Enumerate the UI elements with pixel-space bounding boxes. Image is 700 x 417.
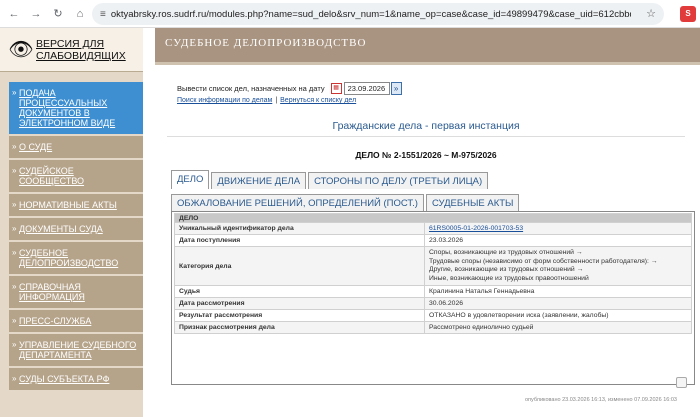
section-title: Гражданские дела - первая инстанция bbox=[167, 120, 685, 137]
review-date-value: 30.06.2026 bbox=[424, 297, 692, 310]
sign-value: Рассмотрено единолично судьей bbox=[424, 321, 692, 334]
date-submit-button[interactable]: » bbox=[390, 82, 402, 95]
tab-court-acts[interactable]: СУДЕБНЫЕ АКТЫ bbox=[425, 194, 520, 212]
calendar-icon[interactable]: ▦ bbox=[330, 83, 342, 94]
date-filter: Вывести список дел, назначенных на дату … bbox=[177, 82, 402, 95]
accessibility-label[interactable]: ВЕРСИЯ ДЛЯ СЛАБОВИДЯЩИХ bbox=[36, 38, 131, 62]
table-row: Дата поступления 23.03.2026 bbox=[174, 234, 692, 247]
result-value: ОТКАЗАНО в удовлетворении иска (заявлени… bbox=[424, 309, 692, 322]
forward-icon[interactable]: → bbox=[28, 6, 44, 22]
menu-item-case-proceedings[interactable]: СУДЕБНОЕ ДЕЛОПРОИЗВОДСТВО bbox=[9, 242, 143, 276]
menu-item-reference-info[interactable]: СПРАВОЧНАЯ ИНФОРМАЦИЯ bbox=[9, 276, 143, 310]
menu-item-judicial-community[interactable]: СУДЕЙСКОЕ СООБЩЕСТВО bbox=[9, 160, 143, 194]
receipt-value: 23.03.2026 bbox=[424, 234, 692, 247]
print-icon[interactable] bbox=[676, 377, 687, 388]
main-content: Вывести список дел, назначенных на дату … bbox=[155, 65, 700, 417]
search-cases-link[interactable]: Поиск информации по делам bbox=[177, 97, 272, 104]
tabs-row-2: ОБЖАЛОВАНИЕ РЕШЕНИЙ, ОПРЕДЕЛЕНИЙ (ПОСТ.)… bbox=[171, 194, 521, 212]
reload-icon[interactable]: ↻ bbox=[50, 6, 66, 22]
menu-item-press-service[interactable]: ПРЕСС-СЛУЖБА bbox=[9, 310, 143, 334]
menu-item-judicial-department[interactable]: УПРАВЛЕНИЕ СУДЕБНОГО ДЕПАРТАМЕНТА bbox=[9, 334, 143, 368]
link-separator: | bbox=[275, 97, 278, 104]
date-input[interactable]: 23.09.2026 bbox=[343, 82, 390, 95]
uid-label: Уникальный идентификатор дела bbox=[174, 222, 425, 235]
url-text[interactable]: oktyabrsky.ros.sudrf.ru/modules.php?name… bbox=[111, 9, 631, 20]
review-date-label: Дата рассмотрения bbox=[174, 297, 425, 310]
result-label: Результат рассмотрения bbox=[174, 309, 425, 322]
table-row: Результат рассмотрения ОТКАЗАНО в удовле… bbox=[174, 309, 692, 322]
sign-label: Признак рассмотрения дела bbox=[174, 321, 425, 334]
tab-parties[interactable]: СТОРОНЫ ПО ДЕЛУ (ТРЕТЬИ ЛИЦА) bbox=[308, 172, 489, 189]
menu-item-court-documents[interactable]: ДОКУМЕНТЫ СУДА bbox=[9, 218, 143, 242]
category-line: Трудовые споры (независимо от форм собст… bbox=[429, 257, 658, 265]
case-number: ДЕЛО № 2-1551/2026 ~ М-975/2026 bbox=[355, 150, 497, 160]
back-icon[interactable]: ← bbox=[6, 6, 22, 22]
case-panel: ДЕЛО Уникальный идентификатор дела 61RS0… bbox=[171, 211, 695, 385]
uid-link[interactable]: 61RS0005-01-2026-001703-53 bbox=[429, 225, 523, 232]
tab-appeals[interactable]: ОБЖАЛОВАНИЕ РЕШЕНИЙ, ОПРЕДЕЛЕНИЙ (ПОСТ.) bbox=[171, 194, 424, 212]
menu-item-normative-acts[interactable]: НОРМАТИВНЫЕ АКТЫ bbox=[9, 194, 143, 218]
case-table: ДЕЛО Уникальный идентификатор дела 61RS0… bbox=[174, 213, 692, 334]
eye-icon: 👁 bbox=[8, 39, 34, 61]
home-icon[interactable]: ⌂ bbox=[72, 6, 88, 22]
site-settings-icon[interactable]: ≡ bbox=[100, 9, 106, 20]
category-label: Категория дела bbox=[174, 246, 425, 286]
table-row: Уникальный идентификатор дела 61RS0005-0… bbox=[174, 222, 692, 235]
tab-case-movement[interactable]: ДВИЖЕНИЕ ДЕЛА bbox=[211, 172, 307, 189]
table-row: Дата рассмотрения 30.06.2026 bbox=[174, 297, 692, 310]
judge-label: Судья bbox=[174, 285, 425, 298]
date-filter-label: Вывести список дел, назначенных на дату bbox=[177, 84, 325, 93]
page-header: СУДЕБНОЕ ДЕЛОПРОИЗВОДСТВО bbox=[155, 28, 700, 65]
table-row: Признак рассмотрения дела Рассмотрено ед… bbox=[174, 321, 692, 334]
category-value: Споры, возникающие из трудовых отношений… bbox=[424, 246, 692, 286]
category-line: Споры, возникающие из трудовых отношений… bbox=[429, 249, 583, 256]
publication-info: опубликовано 23.03.2026 16:13, изменено … bbox=[525, 397, 677, 403]
table-header: ДЕЛО bbox=[174, 213, 692, 223]
category-line: Иные, возникающие из трудовых правоотнош… bbox=[429, 274, 589, 282]
back-to-list-link[interactable]: Вернуться к списку дел bbox=[280, 97, 356, 104]
tab-case[interactable]: ДЕЛО bbox=[171, 170, 210, 189]
table-row: Судья Кралинина Наталья Геннадьевна bbox=[174, 285, 692, 298]
judge-value: Кралинина Наталья Геннадьевна bbox=[424, 285, 692, 298]
menu-item-regional-courts[interactable]: СУДЫ СУБЪЕКТА РФ bbox=[9, 368, 143, 392]
table-row: Категория дела Споры, возникающие из тру… bbox=[174, 246, 692, 286]
category-line: Другие, возникающие из трудовых отношени… bbox=[429, 266, 584, 273]
tabs-row-1: ДЕЛО ДВИЖЕНИЕ ДЕЛА СТОРОНЫ ПО ДЕЛУ (ТРЕТ… bbox=[171, 170, 490, 189]
receipt-label: Дата поступления bbox=[174, 234, 425, 247]
case-links: Поиск информации по делам | Вернуться к сп… bbox=[177, 97, 356, 104]
extension-icon[interactable]: S bbox=[680, 6, 696, 22]
main-menu: ПОДАЧА ПРОЦЕССУАЛЬНЫХ ДОКУМЕНТОВ В ЭЛЕКТ… bbox=[9, 82, 143, 392]
menu-item-electronic-submission[interactable]: ПОДАЧА ПРОЦЕССУАЛЬНЫХ ДОКУМЕНТОВ В ЭЛЕКТ… bbox=[9, 82, 143, 136]
accessibility-version-link[interactable]: 👁 ВЕРСИЯ ДЛЯ СЛАБОВИДЯЩИХ bbox=[0, 28, 143, 72]
menu-item-about-court[interactable]: О СУДЕ bbox=[9, 136, 143, 160]
bookmark-star-icon[interactable]: ☆ bbox=[646, 7, 656, 20]
address-bar[interactable]: ≡ oktyabrsky.ros.sudrf.ru/modules.php?na… bbox=[92, 3, 664, 25]
